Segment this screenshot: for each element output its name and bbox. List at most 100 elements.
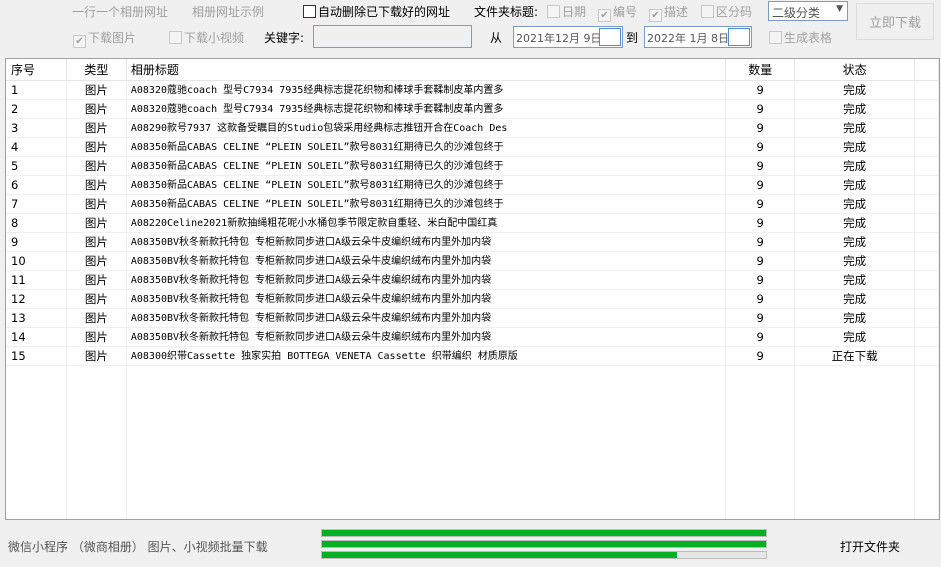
cell-spacer bbox=[915, 328, 939, 346]
to-date-picker[interactable]: 2022年 1月 8日 bbox=[644, 26, 752, 48]
cell-type: 图片 bbox=[67, 138, 127, 156]
cell-status: 完成 bbox=[795, 252, 916, 270]
opt-date-checkbox[interactable]: 日期 bbox=[547, 3, 586, 20]
cell-type: 图片 bbox=[67, 176, 127, 194]
header-index[interactable]: 序号 bbox=[6, 59, 67, 80]
cell-status: 完成 bbox=[795, 138, 916, 156]
cell-title: A08350新品CABAS CELINE “PLEIN SOLEIL”款号803… bbox=[127, 157, 727, 175]
download-videos-checkbox[interactable]: 下载小视频 bbox=[169, 29, 244, 46]
keyword-input[interactable] bbox=[313, 25, 472, 48]
table-row[interactable]: 9 图片 A08350BV秋冬新款托特包 专柜新款同步进口A级云朵牛皮编织绒布内里外… bbox=[6, 233, 939, 252]
check-icon: ✔ bbox=[598, 9, 611, 22]
auto-delete-label: 自动删除已下载好的网址 bbox=[318, 5, 451, 19]
to-date-value: 2022年 1月 8日 bbox=[647, 32, 729, 45]
category-select[interactable]: 二级分类 ▼ bbox=[768, 1, 848, 21]
progress-fill bbox=[322, 530, 766, 536]
table-row[interactable]: 3 图片 A08290款号7937 这款备受瞩目的Studio包袋采用经典标志推钮开… bbox=[6, 119, 939, 138]
cell-title: A08300织带Cassette 独家实拍 BOTTEGA VENETA Cas… bbox=[127, 347, 727, 365]
cell-spacer bbox=[915, 195, 939, 213]
cell-type: 图片 bbox=[67, 290, 127, 308]
cell-index: 15 bbox=[6, 347, 67, 365]
opt-number-checkbox[interactable]: ✔ 编号 bbox=[598, 3, 637, 22]
chevron-down-icon: ▼ bbox=[836, 4, 843, 14]
cell-count: 9 bbox=[726, 176, 796, 194]
cell-index: 5 bbox=[6, 157, 67, 175]
from-date-picker[interactable]: 2021年12月 9日 bbox=[513, 26, 623, 48]
table-row[interactable]: 15 图片 A08300织带Cassette 独家实拍 BOTTEGA VENETA… bbox=[6, 347, 939, 366]
cell-spacer bbox=[915, 138, 939, 156]
generate-table-label: 生成表格 bbox=[784, 31, 833, 45]
table-row[interactable]: 7 图片 A08350新品CABAS CELINE “PLEIN SOLEIL”款号… bbox=[6, 195, 939, 214]
check-icon: ✔ bbox=[73, 35, 86, 48]
header-status[interactable]: 状态 bbox=[795, 59, 916, 80]
cell-spacer bbox=[915, 347, 939, 365]
cell-spacer bbox=[915, 119, 939, 137]
table-row[interactable]: 10 图片 A08350BV秋冬新款托特包 专柜新款同步进口A级云朵牛皮编织绒布内里… bbox=[6, 252, 939, 271]
cell-title: A08350BV秋冬新款托特包 专柜新款同步进口A级云朵牛皮编织绒布内里外加内袋 bbox=[127, 328, 727, 346]
cell-spacer bbox=[915, 214, 939, 232]
cell-count: 9 bbox=[726, 347, 796, 365]
cell-count: 9 bbox=[726, 214, 796, 232]
cell-status: 正在下载 bbox=[795, 347, 916, 365]
opt-code-checkbox[interactable]: 区分码 bbox=[701, 3, 752, 20]
app-label: 微信小程序 （微商相册） 图片、小视频批量下载 bbox=[8, 540, 268, 554]
auto-delete-checkbox[interactable]: 自动删除已下载好的网址 bbox=[303, 3, 450, 20]
table-row[interactable]: 2 图片 A08320蔻驰coach 型号C7934 7935经典标志提花织物和棒球… bbox=[6, 100, 939, 119]
cell-spacer bbox=[915, 81, 939, 99]
progress-bar-2 bbox=[321, 540, 767, 548]
cell-status: 完成 bbox=[795, 309, 916, 327]
checkbox-box bbox=[169, 31, 182, 44]
cell-index: 14 bbox=[6, 328, 67, 346]
opt-date-label: 日期 bbox=[562, 5, 587, 19]
header-count[interactable]: 数量 bbox=[726, 59, 796, 80]
table-row[interactable]: 5 图片 A08350新品CABAS CELINE “PLEIN SOLEIL”款号… bbox=[6, 157, 939, 176]
header-type[interactable]: 类型 bbox=[67, 59, 127, 80]
table-row[interactable]: 4 图片 A08350新品CABAS CELINE “PLEIN SOLEIL”款号… bbox=[6, 138, 939, 157]
cell-index: 7 bbox=[6, 195, 67, 213]
table-row[interactable]: 8 图片 A08220Celine2021新款抽绳粗花呢小水桶包季节限定款自重轻、米… bbox=[6, 214, 939, 233]
download-now-button[interactable]: 立即下载 bbox=[856, 3, 934, 40]
table-row[interactable]: 1 图片 A08320蔻驰coach 型号C7934 7935经典标志提花织物和棒球… bbox=[6, 81, 939, 100]
download-table[interactable]: 序号 类型 相册标题 数量 状态 1 图片 A08320蔻驰coach 型号C793… bbox=[5, 58, 940, 520]
cell-status: 完成 bbox=[795, 100, 916, 118]
cell-count: 9 bbox=[726, 195, 796, 213]
from-date-value: 2021年12月 9日 bbox=[516, 32, 602, 45]
table-row[interactable]: 14 图片 A08350BV秋冬新款托特包 专柜新款同步进口A级云朵牛皮编织绒布内里… bbox=[6, 328, 939, 347]
opt-number-label: 编号 bbox=[613, 5, 638, 19]
url-example-link[interactable]: 相册网址示例 bbox=[192, 3, 264, 20]
checkbox-box bbox=[547, 5, 560, 18]
cell-count: 9 bbox=[726, 233, 796, 251]
opt-desc-checkbox[interactable]: ✔ 描述 bbox=[649, 3, 688, 22]
to-label: 到 bbox=[626, 31, 639, 45]
one-url-per-line-link[interactable]: 一行一个相册网址 bbox=[72, 3, 168, 20]
table-row[interactable]: 12 图片 A08350BV秋冬新款托特包 专柜新款同步进口A级云朵牛皮编织绒布内里… bbox=[6, 290, 939, 309]
cell-index: 9 bbox=[6, 233, 67, 251]
header-title[interactable]: 相册标题 bbox=[127, 59, 727, 80]
cell-index: 4 bbox=[6, 138, 67, 156]
cell-type: 图片 bbox=[67, 309, 127, 327]
cell-index: 13 bbox=[6, 309, 67, 327]
opt-code-label: 区分码 bbox=[716, 5, 753, 19]
cell-count: 9 bbox=[726, 328, 796, 346]
cell-spacer bbox=[915, 100, 939, 118]
cell-status: 完成 bbox=[795, 214, 916, 232]
cell-spacer bbox=[915, 271, 939, 289]
table-row[interactable]: 11 图片 A08350BV秋冬新款托特包 专柜新款同步进口A级云朵牛皮编织绒布内里… bbox=[6, 271, 939, 290]
generate-table-checkbox[interactable]: 生成表格 bbox=[769, 29, 832, 46]
cell-status: 完成 bbox=[795, 176, 916, 194]
calendar-dropdown-button[interactable] bbox=[728, 28, 750, 46]
calendar-dropdown-button[interactable] bbox=[599, 28, 621, 46]
table-row[interactable]: 6 图片 A08350新品CABAS CELINE “PLEIN SOLEIL”款号… bbox=[6, 176, 939, 195]
cell-status: 完成 bbox=[795, 195, 916, 213]
open-folder-button[interactable]: 打开文件夹 bbox=[840, 538, 900, 555]
progress-fill bbox=[322, 552, 678, 558]
progress-fill bbox=[322, 541, 766, 547]
cell-type: 图片 bbox=[67, 347, 127, 365]
cell-type: 图片 bbox=[67, 233, 127, 251]
cell-index: 6 bbox=[6, 176, 67, 194]
cell-title: A08350BV秋冬新款托特包 专柜新款同步进口A级云朵牛皮编织绒布内里外加内袋 bbox=[127, 252, 727, 270]
download-images-checkbox[interactable]: ✔ 下载图片 bbox=[73, 29, 136, 48]
cell-title: A08350新品CABAS CELINE “PLEIN SOLEIL”款号803… bbox=[127, 138, 727, 156]
table-row[interactable]: 13 图片 A08350BV秋冬新款托特包 专柜新款同步进口A级云朵牛皮编织绒布内里… bbox=[6, 309, 939, 328]
cell-index: 2 bbox=[6, 100, 67, 118]
